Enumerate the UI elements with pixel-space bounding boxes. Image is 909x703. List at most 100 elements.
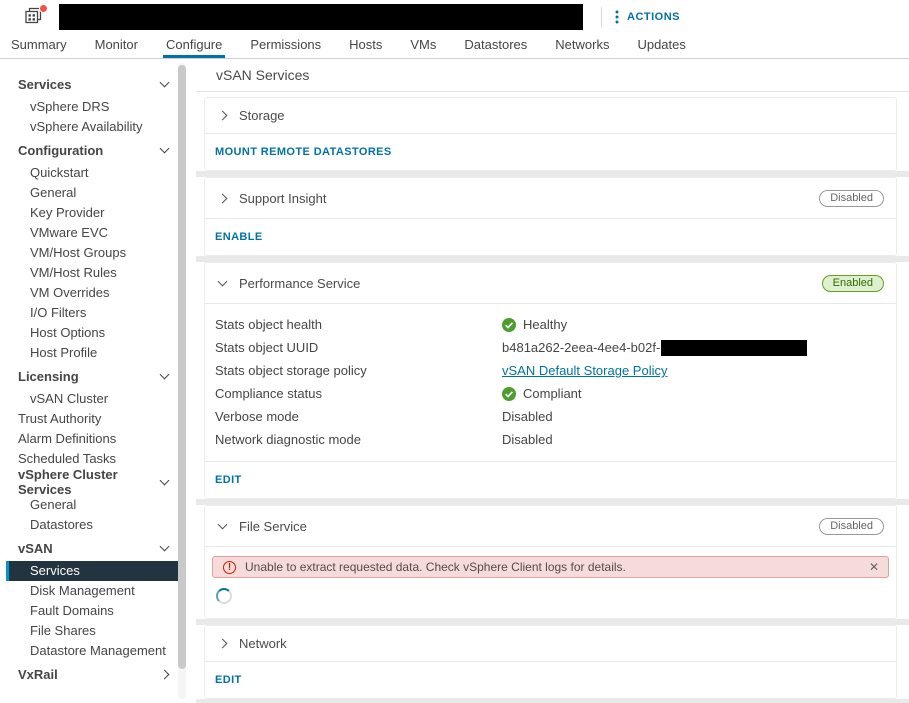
nav-item-quickstart[interactable]: Quickstart: [0, 163, 196, 183]
nav-item-vsan-cluster[interactable]: vSAN Cluster: [0, 389, 196, 409]
edit-performance-button[interactable]: EDIT: [215, 474, 242, 486]
nav-item-vm-host-rules[interactable]: VM/Host Rules: [0, 263, 196, 283]
status-badge: Disabled: [819, 189, 884, 207]
nav-item-vm-overrides[interactable]: VM Overrides: [0, 283, 196, 303]
property-label: Verbose mode: [215, 409, 299, 424]
property-row: Verbose mode Disabled: [215, 405, 896, 428]
tab-vms[interactable]: VMs: [407, 33, 439, 58]
nav-item-key-provider[interactable]: Key Provider: [0, 203, 196, 223]
nav-group-services[interactable]: Services: [0, 73, 196, 95]
page-title: vSAN Services: [196, 59, 909, 92]
network-section-header[interactable]: Network: [205, 626, 896, 661]
uuid-suffix-redacted: [661, 339, 808, 356]
storage-section-header[interactable]: Storage: [205, 98, 896, 133]
tab-monitor[interactable]: Monitor: [92, 33, 141, 58]
property-row: Network diagnostic mode Disabled: [215, 428, 896, 451]
nav-item-vm-host-groups[interactable]: VM/Host Groups: [0, 243, 196, 263]
section-title: Performance Service: [239, 275, 361, 291]
nav-item-scheduled-tasks[interactable]: Scheduled Tasks: [0, 449, 196, 469]
nav-item-vsan-services[interactable]: Services: [6, 561, 178, 581]
tab-configure[interactable]: Configure: [162, 33, 226, 58]
file-service-section: File Service Disabled ! Unable to extrac…: [204, 505, 897, 619]
property-label: Network diagnostic mode: [215, 432, 361, 447]
nav-item-io-filters[interactable]: I/O Filters: [0, 303, 196, 323]
property-row: Compliance status Compliant: [215, 382, 896, 405]
section-title: File Service: [239, 518, 307, 534]
nav-item-host-profile[interactable]: Host Profile: [0, 343, 196, 363]
tab-summary[interactable]: Summary: [8, 33, 70, 58]
chevron-down-icon: [217, 276, 228, 287]
chevron-right-icon: [217, 110, 228, 121]
nav-group-label: vSphere Cluster Services: [18, 467, 118, 497]
nav-item-trust-authority[interactable]: Trust Authority: [0, 409, 196, 429]
section-title: Storage: [239, 108, 285, 123]
file-service-section-header[interactable]: File Service Disabled: [205, 506, 896, 546]
nav-item-datastore-management[interactable]: Datastore Management: [0, 641, 196, 661]
property-value: Disabled: [502, 409, 553, 424]
nav-item-alarm-definitions[interactable]: Alarm Definitions: [0, 429, 196, 449]
nav-group-configuration[interactable]: Configuration: [0, 139, 196, 161]
tab-updates[interactable]: Updates: [634, 33, 688, 58]
property-label: Stats object health: [215, 317, 322, 332]
error-message: Unable to extract requested data. Check …: [245, 560, 626, 574]
sidebar-scrollbar-thumb[interactable]: [178, 65, 186, 670]
error-icon: !: [223, 560, 236, 574]
performance-service-section-header[interactable]: Performance Service Enabled: [205, 263, 896, 303]
actions-menu-button[interactable]: ACTIONS: [615, 10, 680, 24]
storage-policy-link[interactable]: vSAN Default Storage Policy: [502, 363, 667, 378]
close-icon[interactable]: ✕: [869, 560, 879, 574]
success-icon: [502, 317, 516, 332]
chevron-down-icon: [159, 77, 170, 88]
nav-item-vsphere-drs[interactable]: vSphere DRS: [0, 97, 196, 117]
nav-item-disk-management[interactable]: Disk Management: [0, 581, 196, 601]
entity-header: ACTIONS: [0, 0, 909, 33]
support-insight-section-header[interactable]: Support Insight Disabled: [205, 178, 896, 218]
ellipsis-vertical-icon: [615, 10, 619, 23]
nav-item-fault-domains[interactable]: Fault Domains: [0, 601, 196, 621]
property-value: Healthy: [523, 317, 568, 332]
nav-item-vmware-evc[interactable]: VMware EVC: [0, 223, 196, 243]
mount-remote-datastores-button[interactable]: MOUNT REMOTE DATASTORES: [215, 146, 392, 158]
nav-item-vcs-general[interactable]: General: [0, 495, 196, 515]
nav-group-licensing[interactable]: Licensing: [0, 365, 196, 387]
property-label: Stats object UUID: [215, 340, 319, 355]
nav-group-label: Services: [18, 76, 72, 92]
property-value: Compliant: [523, 386, 582, 401]
edit-network-button[interactable]: EDIT: [215, 674, 242, 686]
property-row: Stats object health Healthy: [215, 313, 896, 336]
nav-group-vxrail[interactable]: VxRail: [0, 663, 196, 685]
property-row: Stats object UUID b481a262-2eea-4ee4-b02…: [215, 336, 896, 359]
tab-networks[interactable]: Networks: [552, 33, 612, 58]
chevron-down-icon: [159, 541, 170, 552]
actions-label: ACTIONS: [627, 10, 680, 23]
cluster-icon: [24, 3, 48, 27]
status-badge: Enabled: [821, 274, 884, 292]
nav-group-vsan[interactable]: vSAN: [0, 537, 196, 559]
nav-item-host-options[interactable]: Host Options: [0, 323, 196, 343]
property-row: Stats object storage policy vSAN Default…: [215, 359, 896, 382]
nav-group-vsphere-cluster-services[interactable]: vSphere Cluster Services: [0, 467, 196, 497]
tab-datastores[interactable]: Datastores: [461, 33, 530, 58]
enable-button[interactable]: ENABLE: [215, 231, 263, 243]
cluster-name-redacted: [59, 3, 583, 30]
support-insight-section: Support Insight Disabled ENABLE: [204, 177, 897, 256]
chevron-right-icon: [217, 193, 228, 203]
section-title: Network: [239, 636, 287, 651]
nav-item-general[interactable]: General: [0, 183, 196, 203]
chevron-down-icon: [159, 475, 170, 486]
performance-service-section: Performance Service Enabled Stats object…: [204, 262, 897, 499]
network-section: Network EDIT: [204, 625, 897, 699]
property-value: Disabled: [502, 432, 553, 447]
divider: [601, 6, 602, 27]
chevron-down-icon: [217, 519, 228, 530]
tab-permissions[interactable]: Permissions: [247, 33, 324, 58]
nav-item-vsphere-availability[interactable]: vSphere Availability: [0, 117, 196, 137]
tab-hosts[interactable]: Hosts: [346, 33, 385, 58]
storage-section: Storage MOUNT REMOTE DATASTORES: [204, 97, 897, 171]
chevron-right-icon: [217, 638, 228, 649]
alert-count-badge: [39, 3, 48, 13]
vsan-services-panel: vSAN Services Storage MOUNT REMOTE DATAS…: [196, 59, 909, 703]
nav-item-file-shares[interactable]: File Shares: [0, 621, 196, 641]
nav-item-vcs-datastores[interactable]: Datastores: [0, 515, 196, 535]
property-label: Stats object storage policy: [215, 363, 367, 378]
